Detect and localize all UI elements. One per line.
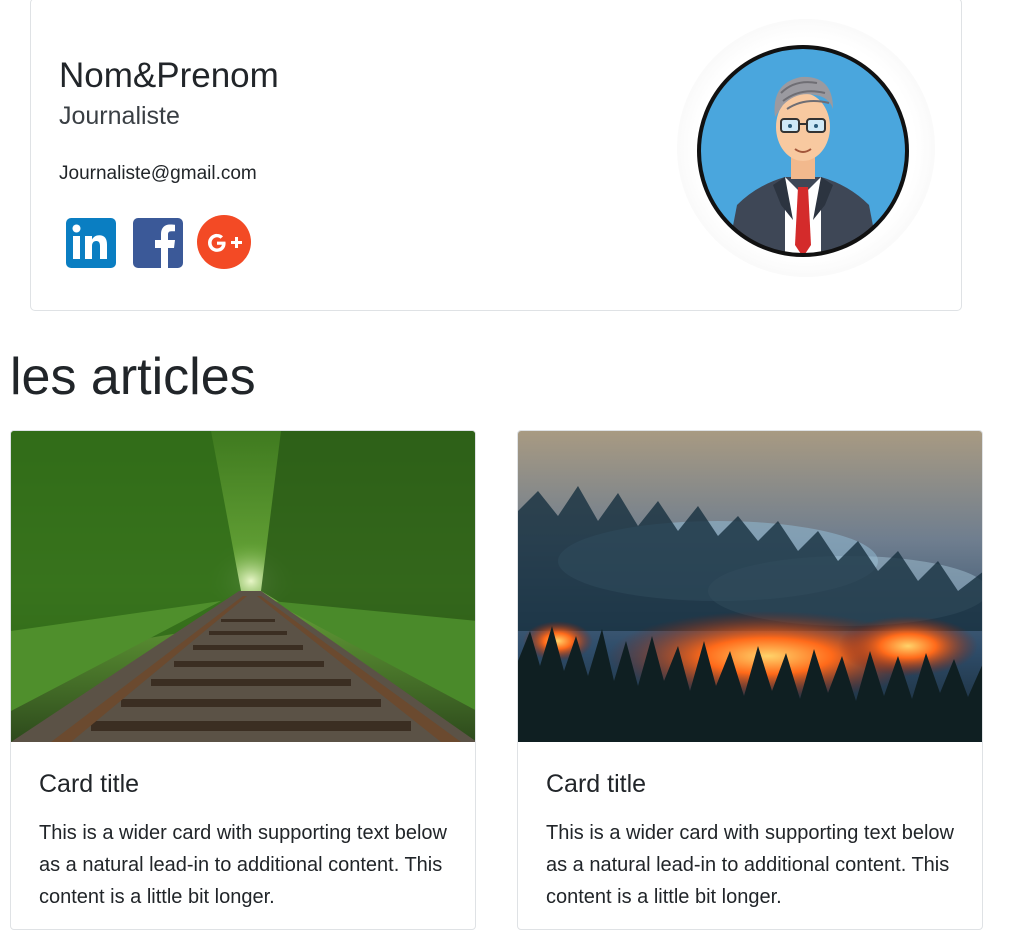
card-text: This is a wider card with supporting tex…: [546, 822, 954, 908]
article-card[interactable]: Card title This is a wider card with sup…: [10, 430, 476, 930]
card-title: Card title: [39, 770, 140, 798]
railway-forest-photo: [11, 431, 475, 742]
google-plus-icon[interactable]: [195, 213, 253, 271]
card-text: This is a wider card with supporting tex…: [39, 822, 447, 908]
forest-fire-photo: [518, 431, 982, 742]
profile-name: Nom&Prenom: [59, 56, 279, 95]
facebook-icon[interactable]: [131, 216, 185, 270]
profile-card: Nom&Prenom Journaliste Journaliste@gmail…: [30, 0, 962, 311]
profile-email[interactable]: Journaliste@gmail.com: [59, 162, 257, 186]
avatar: [697, 45, 909, 257]
profile-role: Journaliste: [59, 102, 180, 130]
card-title: Card title: [546, 770, 647, 798]
avatar-frame: [677, 19, 935, 277]
article-card[interactable]: Card title This is a wider card with sup…: [517, 430, 983, 930]
section-title: les articles: [10, 348, 256, 406]
linkedin-icon[interactable]: [64, 216, 118, 270]
